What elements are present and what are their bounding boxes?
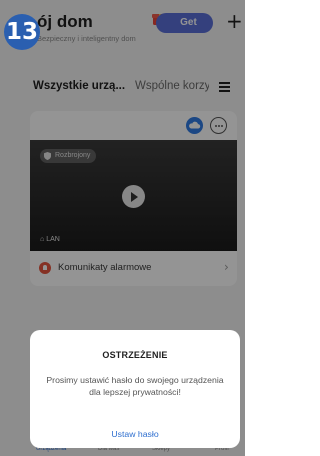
set-password-button[interactable]: Ustaw hasło [30, 429, 240, 439]
dialog-title: OSTRZEŻENIE [102, 350, 168, 360]
dialog-message: Prosimy ustawić hasło do swojego urządze… [46, 375, 224, 397]
step-number-badge: 13 [4, 14, 40, 50]
warning-dialog: OSTRZEŻENIE Prosimy ustawić hasło do swo… [30, 330, 240, 448]
